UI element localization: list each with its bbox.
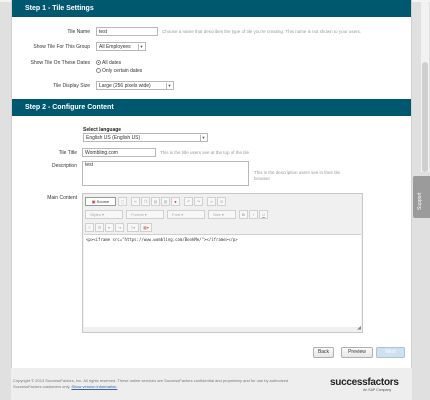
paste-word-icon[interactable]: ● xyxy=(171,197,180,206)
editor-toolbar-row-3: ≡ ☰ ⇤ ⇥ ≡▾ ▦▾ xyxy=(85,223,355,233)
language-select-value: English US (English US) xyxy=(86,135,141,141)
unlink-icon[interactable]: ⊘ xyxy=(217,197,226,206)
dates-label: Show Tile On These Dates xyxy=(30,60,90,66)
description-textarea[interactable]: test xyxy=(82,161,249,186)
dates-all-label: All dates xyxy=(102,60,122,66)
group-select-value: All Employees xyxy=(99,44,131,50)
footer: Copyright © 2013 SuccessFactors, Inc. Al… xyxy=(11,368,412,400)
description-label: Description xyxy=(51,163,77,169)
scrollbar-thumb[interactable] xyxy=(422,62,428,172)
display-size-select[interactable]: Large (256 pixels wide) ▼ xyxy=(96,81,174,90)
copy-icon[interactable]: ❐ xyxy=(141,197,150,206)
cut-icon[interactable]: ✂ xyxy=(131,197,140,206)
tile-title-label: Tile Title xyxy=(58,150,77,156)
chevron-down-icon: ▼ xyxy=(138,44,144,50)
tile-name-label: Tile Name xyxy=(67,29,90,35)
tile-name-hint: Choose a name that describes the type of… xyxy=(162,29,362,34)
source-icon: ▣ xyxy=(91,199,96,204)
copyright-text: Copyright © 2013 SuccessFactors, Inc. Al… xyxy=(13,378,313,389)
page: Step 1 - Tile Settings Tile Name test Ch… xyxy=(0,0,430,400)
main-content-label: Main Content xyxy=(47,195,77,201)
preview-button[interactable]: Preview xyxy=(341,347,373,358)
underline-button[interactable]: U xyxy=(259,210,268,219)
step2-header: Step 2 - Configure Content xyxy=(12,99,411,116)
redo-icon[interactable]: ↷ xyxy=(194,197,203,206)
back-button[interactable]: Back xyxy=(313,347,334,358)
resize-handle-icon[interactable]: ◢ xyxy=(357,325,361,331)
chevron-down-icon: ▼ xyxy=(200,135,206,141)
tile-designer-panel: Step 1 - Tile Settings Tile Name test Ch… xyxy=(11,0,412,368)
next-button[interactable]: Next xyxy=(376,347,405,358)
paste-icon[interactable]: ▤ xyxy=(151,197,160,206)
color-dropdown-icon[interactable]: ▦▾ xyxy=(140,223,152,232)
language-select[interactable]: English US (English US) ▼ xyxy=(83,133,208,142)
support-tab[interactable]: Support xyxy=(413,176,430,218)
dates-all-radio[interactable] xyxy=(96,60,101,65)
font-dropdown[interactable]: Font ▾ xyxy=(167,210,205,219)
tile-name-input[interactable]: test xyxy=(96,27,158,36)
tile-title-input[interactable]: Wombling.com xyxy=(82,148,156,157)
dates-certain-radio[interactable] xyxy=(96,68,101,73)
version-info-link[interactable]: Show version information. xyxy=(71,384,117,389)
undo-icon[interactable]: ↶ xyxy=(184,197,193,206)
step1-header: Step 1 - Tile Settings xyxy=(12,0,411,17)
editor-content-area[interactable]: <p><iframe src="https://www.wombling.com… xyxy=(84,234,361,327)
display-size-label: Tile Display Size xyxy=(53,83,90,89)
align-dropdown-icon[interactable]: ≡▾ xyxy=(127,223,139,232)
size-dropdown[interactable]: Size ▾ xyxy=(208,210,236,219)
paste-text-icon[interactable]: ▥ xyxy=(161,197,170,206)
bold-button[interactable]: B xyxy=(239,210,248,219)
scrollbar[interactable] xyxy=(421,2,429,172)
format-dropdown[interactable]: Format ▾ xyxy=(126,210,164,219)
display-size-value: Large (256 pixels wide) xyxy=(99,83,151,89)
link-icon[interactable]: ∞ xyxy=(207,197,216,206)
source-button[interactable]: ▣ Source xyxy=(85,197,116,206)
support-tab-label: Support xyxy=(417,192,423,210)
copyright-body: Copyright © 2013 SuccessFactors, Inc. Al… xyxy=(13,378,289,389)
editor-toolbar-row-2: Styles ▾ Format ▾ Font ▾ Size ▾ B I U xyxy=(85,210,355,220)
rich-text-editor: ▣ Source ▢ ✂ ❐ ▤ ▥ ● ↶ ↷ ∞ ⊘ Styles ▾ Fo… xyxy=(82,193,363,333)
numbered-list-icon[interactable]: ≡ xyxy=(85,223,94,232)
new-page-icon[interactable]: ▢ xyxy=(118,197,127,206)
description-hint: This is the description users see in the… xyxy=(254,170,341,181)
group-select[interactable]: All Employees ▼ xyxy=(96,42,146,51)
styles-dropdown[interactable]: Styles ▾ xyxy=(85,210,123,219)
editor-toolbar-row-1: ▣ Source ▢ ✂ ❐ ▤ ▥ ● ↶ ↷ ∞ ⊘ xyxy=(85,197,355,207)
group-label: Show Tile For This Group xyxy=(33,44,90,50)
indent-icon[interactable]: ⇥ xyxy=(115,223,124,232)
bulleted-list-icon[interactable]: ☰ xyxy=(95,223,104,232)
logo-tagline: An SAP Company xyxy=(363,388,392,392)
successfactors-logo: successfactors xyxy=(330,377,399,388)
outdent-icon[interactable]: ⇤ xyxy=(105,223,114,232)
dates-certain-label: Only certain dates xyxy=(102,68,143,74)
italic-button[interactable]: I xyxy=(249,210,258,219)
chevron-down-icon: ▼ xyxy=(166,83,172,89)
tile-title-hint: This is the title users see at the top o… xyxy=(160,150,250,155)
